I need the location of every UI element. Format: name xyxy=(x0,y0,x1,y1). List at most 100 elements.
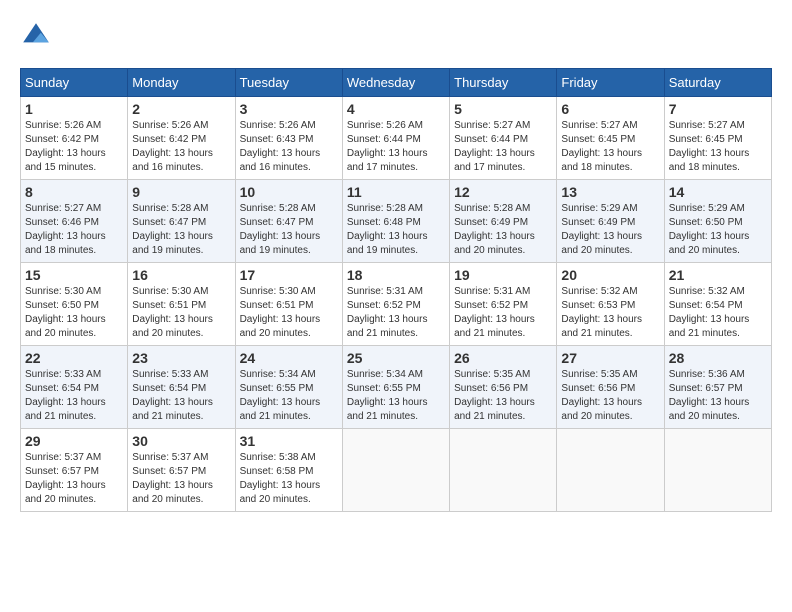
day-number: 4 xyxy=(347,101,445,117)
calendar-cell: 4 Sunrise: 5:26 AMSunset: 6:44 PMDayligh… xyxy=(342,97,449,180)
day-info: Sunrise: 5:38 AMSunset: 6:58 PMDaylight:… xyxy=(240,451,338,507)
day-info: Sunrise: 5:28 AMSunset: 6:48 PMDaylight:… xyxy=(347,202,445,258)
calendar-cell: 12 Sunrise: 5:28 AMSunset: 6:49 PMDaylig… xyxy=(450,180,557,263)
calendar-cell: 16 Sunrise: 5:30 AMSunset: 6:51 PMDaylig… xyxy=(128,263,235,346)
day-info: Sunrise: 5:31 AMSunset: 6:52 PMDaylight:… xyxy=(454,285,552,341)
day-info: Sunrise: 5:34 AMSunset: 6:55 PMDaylight:… xyxy=(347,368,445,424)
day-number: 28 xyxy=(669,350,767,366)
calendar-cell: 2 Sunrise: 5:26 AMSunset: 6:42 PMDayligh… xyxy=(128,97,235,180)
day-number: 9 xyxy=(132,184,230,200)
day-info: Sunrise: 5:32 AMSunset: 6:54 PMDaylight:… xyxy=(669,285,767,341)
day-number: 12 xyxy=(454,184,552,200)
day-number: 17 xyxy=(240,267,338,283)
weekday-header-row: SundayMondayTuesdayWednesdayThursdayFrid… xyxy=(21,69,772,97)
calendar-cell: 1 Sunrise: 5:26 AMSunset: 6:42 PMDayligh… xyxy=(21,97,128,180)
calendar-cell: 6 Sunrise: 5:27 AMSunset: 6:45 PMDayligh… xyxy=(557,97,664,180)
calendar-cell: 21 Sunrise: 5:32 AMSunset: 6:54 PMDaylig… xyxy=(664,263,771,346)
day-number: 27 xyxy=(561,350,659,366)
day-info: Sunrise: 5:37 AMSunset: 6:57 PMDaylight:… xyxy=(132,451,230,507)
day-info: Sunrise: 5:36 AMSunset: 6:57 PMDaylight:… xyxy=(669,368,767,424)
calendar-cell: 13 Sunrise: 5:29 AMSunset: 6:49 PMDaylig… xyxy=(557,180,664,263)
day-number: 2 xyxy=(132,101,230,117)
calendar-cell: 30 Sunrise: 5:37 AMSunset: 6:57 PMDaylig… xyxy=(128,429,235,512)
day-info: Sunrise: 5:33 AMSunset: 6:54 PMDaylight:… xyxy=(25,368,123,424)
calendar-cell: 9 Sunrise: 5:28 AMSunset: 6:47 PMDayligh… xyxy=(128,180,235,263)
calendar-cell: 20 Sunrise: 5:32 AMSunset: 6:53 PMDaylig… xyxy=(557,263,664,346)
calendar-week-row: 22 Sunrise: 5:33 AMSunset: 6:54 PMDaylig… xyxy=(21,346,772,429)
calendar-cell: 28 Sunrise: 5:36 AMSunset: 6:57 PMDaylig… xyxy=(664,346,771,429)
calendar-cell: 14 Sunrise: 5:29 AMSunset: 6:50 PMDaylig… xyxy=(664,180,771,263)
day-info: Sunrise: 5:30 AMSunset: 6:51 PMDaylight:… xyxy=(132,285,230,341)
weekday-header-friday: Friday xyxy=(557,69,664,97)
weekday-header-monday: Monday xyxy=(128,69,235,97)
calendar-cell xyxy=(450,429,557,512)
calendar-cell: 8 Sunrise: 5:27 AMSunset: 6:46 PMDayligh… xyxy=(21,180,128,263)
weekday-header-tuesday: Tuesday xyxy=(235,69,342,97)
calendar-cell: 31 Sunrise: 5:38 AMSunset: 6:58 PMDaylig… xyxy=(235,429,342,512)
day-number: 23 xyxy=(132,350,230,366)
day-number: 25 xyxy=(347,350,445,366)
day-number: 29 xyxy=(25,433,123,449)
calendar-week-row: 1 Sunrise: 5:26 AMSunset: 6:42 PMDayligh… xyxy=(21,97,772,180)
calendar-cell: 17 Sunrise: 5:30 AMSunset: 6:51 PMDaylig… xyxy=(235,263,342,346)
day-number: 7 xyxy=(669,101,767,117)
calendar-cell: 27 Sunrise: 5:35 AMSunset: 6:56 PMDaylig… xyxy=(557,346,664,429)
calendar-cell: 10 Sunrise: 5:28 AMSunset: 6:47 PMDaylig… xyxy=(235,180,342,263)
day-info: Sunrise: 5:30 AMSunset: 6:51 PMDaylight:… xyxy=(240,285,338,341)
weekday-header-wednesday: Wednesday xyxy=(342,69,449,97)
day-number: 31 xyxy=(240,433,338,449)
calendar-cell: 18 Sunrise: 5:31 AMSunset: 6:52 PMDaylig… xyxy=(342,263,449,346)
calendar-cell: 23 Sunrise: 5:33 AMSunset: 6:54 PMDaylig… xyxy=(128,346,235,429)
weekday-header-saturday: Saturday xyxy=(664,69,771,97)
day-info: Sunrise: 5:31 AMSunset: 6:52 PMDaylight:… xyxy=(347,285,445,341)
calendar-cell: 29 Sunrise: 5:37 AMSunset: 6:57 PMDaylig… xyxy=(21,429,128,512)
day-number: 19 xyxy=(454,267,552,283)
day-number: 15 xyxy=(25,267,123,283)
calendar-week-row: 29 Sunrise: 5:37 AMSunset: 6:57 PMDaylig… xyxy=(21,429,772,512)
day-info: Sunrise: 5:29 AMSunset: 6:50 PMDaylight:… xyxy=(669,202,767,258)
calendar-cell xyxy=(664,429,771,512)
calendar-cell: 11 Sunrise: 5:28 AMSunset: 6:48 PMDaylig… xyxy=(342,180,449,263)
day-number: 5 xyxy=(454,101,552,117)
calendar-cell: 19 Sunrise: 5:31 AMSunset: 6:52 PMDaylig… xyxy=(450,263,557,346)
day-number: 30 xyxy=(132,433,230,449)
day-info: Sunrise: 5:27 AMSunset: 6:44 PMDaylight:… xyxy=(454,119,552,175)
calendar-cell xyxy=(342,429,449,512)
calendar-cell: 5 Sunrise: 5:27 AMSunset: 6:44 PMDayligh… xyxy=(450,97,557,180)
day-number: 3 xyxy=(240,101,338,117)
calendar-week-row: 15 Sunrise: 5:30 AMSunset: 6:50 PMDaylig… xyxy=(21,263,772,346)
weekday-header-sunday: Sunday xyxy=(21,69,128,97)
day-number: 10 xyxy=(240,184,338,200)
calendar-week-row: 8 Sunrise: 5:27 AMSunset: 6:46 PMDayligh… xyxy=(21,180,772,263)
calendar-cell: 7 Sunrise: 5:27 AMSunset: 6:45 PMDayligh… xyxy=(664,97,771,180)
day-info: Sunrise: 5:28 AMSunset: 6:49 PMDaylight:… xyxy=(454,202,552,258)
day-info: Sunrise: 5:30 AMSunset: 6:50 PMDaylight:… xyxy=(25,285,123,341)
calendar-cell xyxy=(557,429,664,512)
day-number: 20 xyxy=(561,267,659,283)
day-info: Sunrise: 5:32 AMSunset: 6:53 PMDaylight:… xyxy=(561,285,659,341)
day-info: Sunrise: 5:26 AMSunset: 6:42 PMDaylight:… xyxy=(25,119,123,175)
day-info: Sunrise: 5:28 AMSunset: 6:47 PMDaylight:… xyxy=(132,202,230,258)
day-number: 6 xyxy=(561,101,659,117)
day-number: 13 xyxy=(561,184,659,200)
calendar-header: SundayMondayTuesdayWednesdayThursdayFrid… xyxy=(21,69,772,97)
day-info: Sunrise: 5:26 AMSunset: 6:43 PMDaylight:… xyxy=(240,119,338,175)
day-number: 18 xyxy=(347,267,445,283)
day-info: Sunrise: 5:27 AMSunset: 6:45 PMDaylight:… xyxy=(669,119,767,175)
day-info: Sunrise: 5:37 AMSunset: 6:57 PMDaylight:… xyxy=(25,451,123,507)
calendar-body: 1 Sunrise: 5:26 AMSunset: 6:42 PMDayligh… xyxy=(21,97,772,512)
day-number: 11 xyxy=(347,184,445,200)
day-number: 22 xyxy=(25,350,123,366)
calendar-cell: 3 Sunrise: 5:26 AMSunset: 6:43 PMDayligh… xyxy=(235,97,342,180)
day-number: 16 xyxy=(132,267,230,283)
calendar-cell: 26 Sunrise: 5:35 AMSunset: 6:56 PMDaylig… xyxy=(450,346,557,429)
day-info: Sunrise: 5:33 AMSunset: 6:54 PMDaylight:… xyxy=(132,368,230,424)
day-number: 26 xyxy=(454,350,552,366)
day-number: 8 xyxy=(25,184,123,200)
weekday-header-thursday: Thursday xyxy=(450,69,557,97)
calendar-cell: 15 Sunrise: 5:30 AMSunset: 6:50 PMDaylig… xyxy=(21,263,128,346)
day-info: Sunrise: 5:34 AMSunset: 6:55 PMDaylight:… xyxy=(240,368,338,424)
logo-icon xyxy=(20,20,52,52)
day-info: Sunrise: 5:27 AMSunset: 6:45 PMDaylight:… xyxy=(561,119,659,175)
day-info: Sunrise: 5:28 AMSunset: 6:47 PMDaylight:… xyxy=(240,202,338,258)
